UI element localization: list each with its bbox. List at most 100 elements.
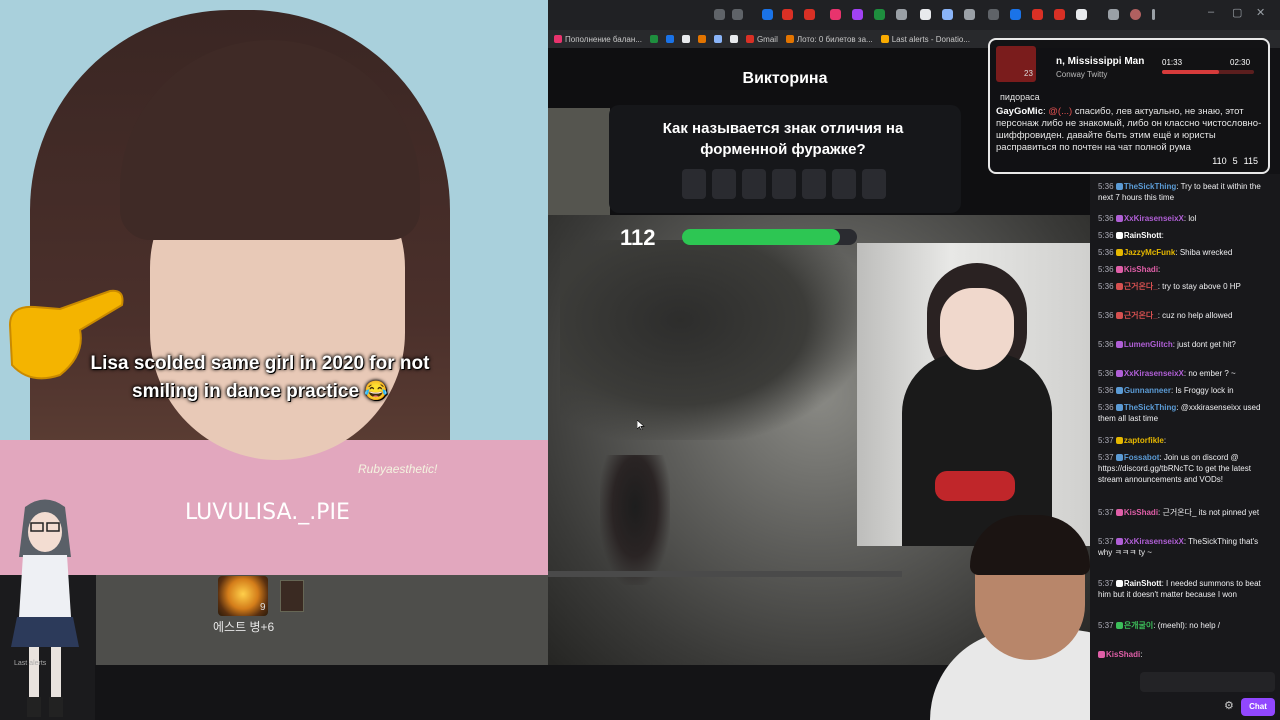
chat-message: 5:37 RainShott: I needed summons to beat… <box>1098 578 1268 600</box>
chat-username[interactable]: JazzyMcFunk <box>1124 248 1176 257</box>
extension-icon[interactable] <box>1054 9 1065 20</box>
item-label: 에스트 병+6 <box>213 620 275 634</box>
chat-username[interactable]: TheSickThing <box>1124 403 1176 412</box>
stat-followers: 110 <box>1212 156 1227 166</box>
extension-icon[interactable] <box>920 9 931 20</box>
video-caption: Lisa scolded same girl in 2020 for not s… <box>90 353 430 402</box>
extension-icon[interactable] <box>988 9 999 20</box>
extension-icon[interactable] <box>874 9 885 20</box>
chat-badge-icon <box>1115 266 1123 273</box>
bookmark-item[interactable] <box>729 35 738 43</box>
menu-icon[interactable] <box>1152 9 1155 20</box>
extension-icon[interactable] <box>1032 9 1043 20</box>
extension-icon[interactable] <box>852 9 863 20</box>
chat-username[interactable]: 근거온다_ <box>1124 282 1158 291</box>
chat-separator: : <box>1158 265 1161 274</box>
bookmark-item[interactable] <box>681 35 690 43</box>
chat-message-time: 5:37 <box>1098 453 1114 462</box>
bookmark-item[interactable] <box>665 35 674 43</box>
extension-icon[interactable] <box>896 9 907 20</box>
game-player-character <box>600 455 670 585</box>
close-button[interactable]: ✕ <box>1256 6 1265 19</box>
chat-username[interactable]: Gunnanneer <box>1124 386 1171 395</box>
answer-boxes <box>682 169 886 199</box>
star-icon[interactable] <box>732 9 743 20</box>
minimize-button[interactable]: – <box>1208 6 1214 18</box>
chat-message-text: cuz no help allowed <box>1162 311 1233 320</box>
game-boss <box>560 240 860 440</box>
chat-send-button[interactable]: Chat <box>1241 698 1275 716</box>
chat-message-time: 5:36 <box>1098 248 1114 257</box>
webcam-2-hair <box>970 515 1090 575</box>
bookmark-icon <box>681 35 690 43</box>
chat-badge-icon <box>1115 454 1123 461</box>
extension-icon[interactable] <box>762 9 773 20</box>
extension-icon[interactable] <box>964 9 975 20</box>
game-controller <box>935 471 1015 501</box>
chat-input[interactable] <box>1140 672 1275 692</box>
extension-icon[interactable] <box>1010 9 1021 20</box>
bookmark-gmail[interactable]: Gmail <box>745 35 778 44</box>
chat-username[interactable]: 근거온다_ <box>1124 311 1158 320</box>
chat-badge-icon <box>1115 404 1123 411</box>
chat-username[interactable]: 은개굴이 <box>1124 621 1153 630</box>
extension-icon[interactable] <box>942 9 953 20</box>
chat-username[interactable]: RainShott <box>1124 231 1162 240</box>
bookmark-item[interactable] <box>713 35 722 43</box>
bookmark-icon <box>697 35 706 43</box>
bookmark-item[interactable]: Лото: 0 билетов за... <box>785 35 873 44</box>
chat-username[interactable]: KisShadi <box>1124 508 1158 517</box>
chat-username[interactable]: TheSickThing <box>1124 182 1176 191</box>
chat-username[interactable]: Fossabot <box>1124 453 1160 462</box>
chat-username[interactable]: KisShadi <box>1124 265 1158 274</box>
bookmark-item[interactable]: Пополнение балан... <box>554 35 642 44</box>
bookmark-item[interactable]: Last alerts - Donatio... <box>880 35 970 44</box>
profile-avatar[interactable] <box>1130 9 1141 20</box>
chat-message: 5:36 TheSickThing: @xxkirasenseixx used … <box>1098 402 1268 424</box>
chat-message: 5:36 근거온다_: try to stay above 0 HP <box>1098 281 1268 292</box>
answer-letter-box <box>862 169 886 199</box>
chat-message: 5:36 TheSickThing: Try to beat it within… <box>1098 181 1268 203</box>
chat-message-time: 5:36 <box>1098 403 1114 412</box>
webcam-streamer-1 <box>857 243 1090 546</box>
chat-username[interactable]: RainShott <box>1124 579 1162 588</box>
extension-icon[interactable] <box>782 9 793 20</box>
chat-message: 5:37 zaptorfikle: <box>1098 435 1268 446</box>
chat-message-text: (meehl): no help / <box>1157 621 1220 630</box>
media-icon[interactable] <box>1108 9 1119 20</box>
webcam-1-face <box>940 288 1014 370</box>
answer-letter-box <box>802 169 826 199</box>
album-cover-number: 23 <box>1024 69 1033 78</box>
gear-icon[interactable]: ⚙ <box>1224 700 1236 712</box>
chat-message-text: lol <box>1188 214 1197 223</box>
chat-username[interactable]: XxKirasenseixX <box>1124 214 1184 223</box>
answer-letter-box <box>712 169 736 199</box>
extension-icon[interactable] <box>830 9 841 20</box>
chat-message-text: Is Froggy lock in <box>1175 386 1234 395</box>
chat-message: 5:36 KisShadi: <box>1098 264 1268 275</box>
chat-message: 5:36 XxKirasenseixX: no ember ? ~ <box>1098 368 1268 379</box>
chat-username[interactable]: XxKirasenseixX <box>1124 369 1184 378</box>
song-progress-fill <box>1162 70 1220 74</box>
bookmark-icon <box>880 35 889 43</box>
chat-message: 5:36 Gunnanneer: Is Froggy lock in <box>1098 385 1268 396</box>
chat-badge-icon <box>1115 283 1123 290</box>
chat-username[interactable]: KisShadi <box>1106 650 1140 659</box>
boss-health-fill <box>548 571 902 577</box>
quiz-title: Викторина <box>742 70 828 87</box>
maximize-button[interactable]: ▢ <box>1232 6 1242 19</box>
search-icon[interactable] <box>714 9 725 20</box>
chat-message-time: 5:36 <box>1098 386 1114 395</box>
chat-badge-icon <box>1115 312 1123 319</box>
extensions-puzzle-icon[interactable] <box>1076 9 1087 20</box>
stat-viewers: 115 <box>1243 156 1258 166</box>
bookmark-item[interactable] <box>697 35 706 43</box>
quick-item-slot <box>280 580 304 612</box>
extension-icon[interactable] <box>804 9 815 20</box>
chat-username[interactable]: LumenGlitch <box>1124 340 1173 349</box>
chat-username[interactable]: zaptorfikle <box>1124 436 1164 445</box>
bookmark-item[interactable] <box>649 35 658 43</box>
chat-message-time: 5:36 <box>1098 265 1114 274</box>
chat-username[interactable]: XxKirasenseixX <box>1124 537 1184 546</box>
game-hud-area <box>95 575 548 665</box>
